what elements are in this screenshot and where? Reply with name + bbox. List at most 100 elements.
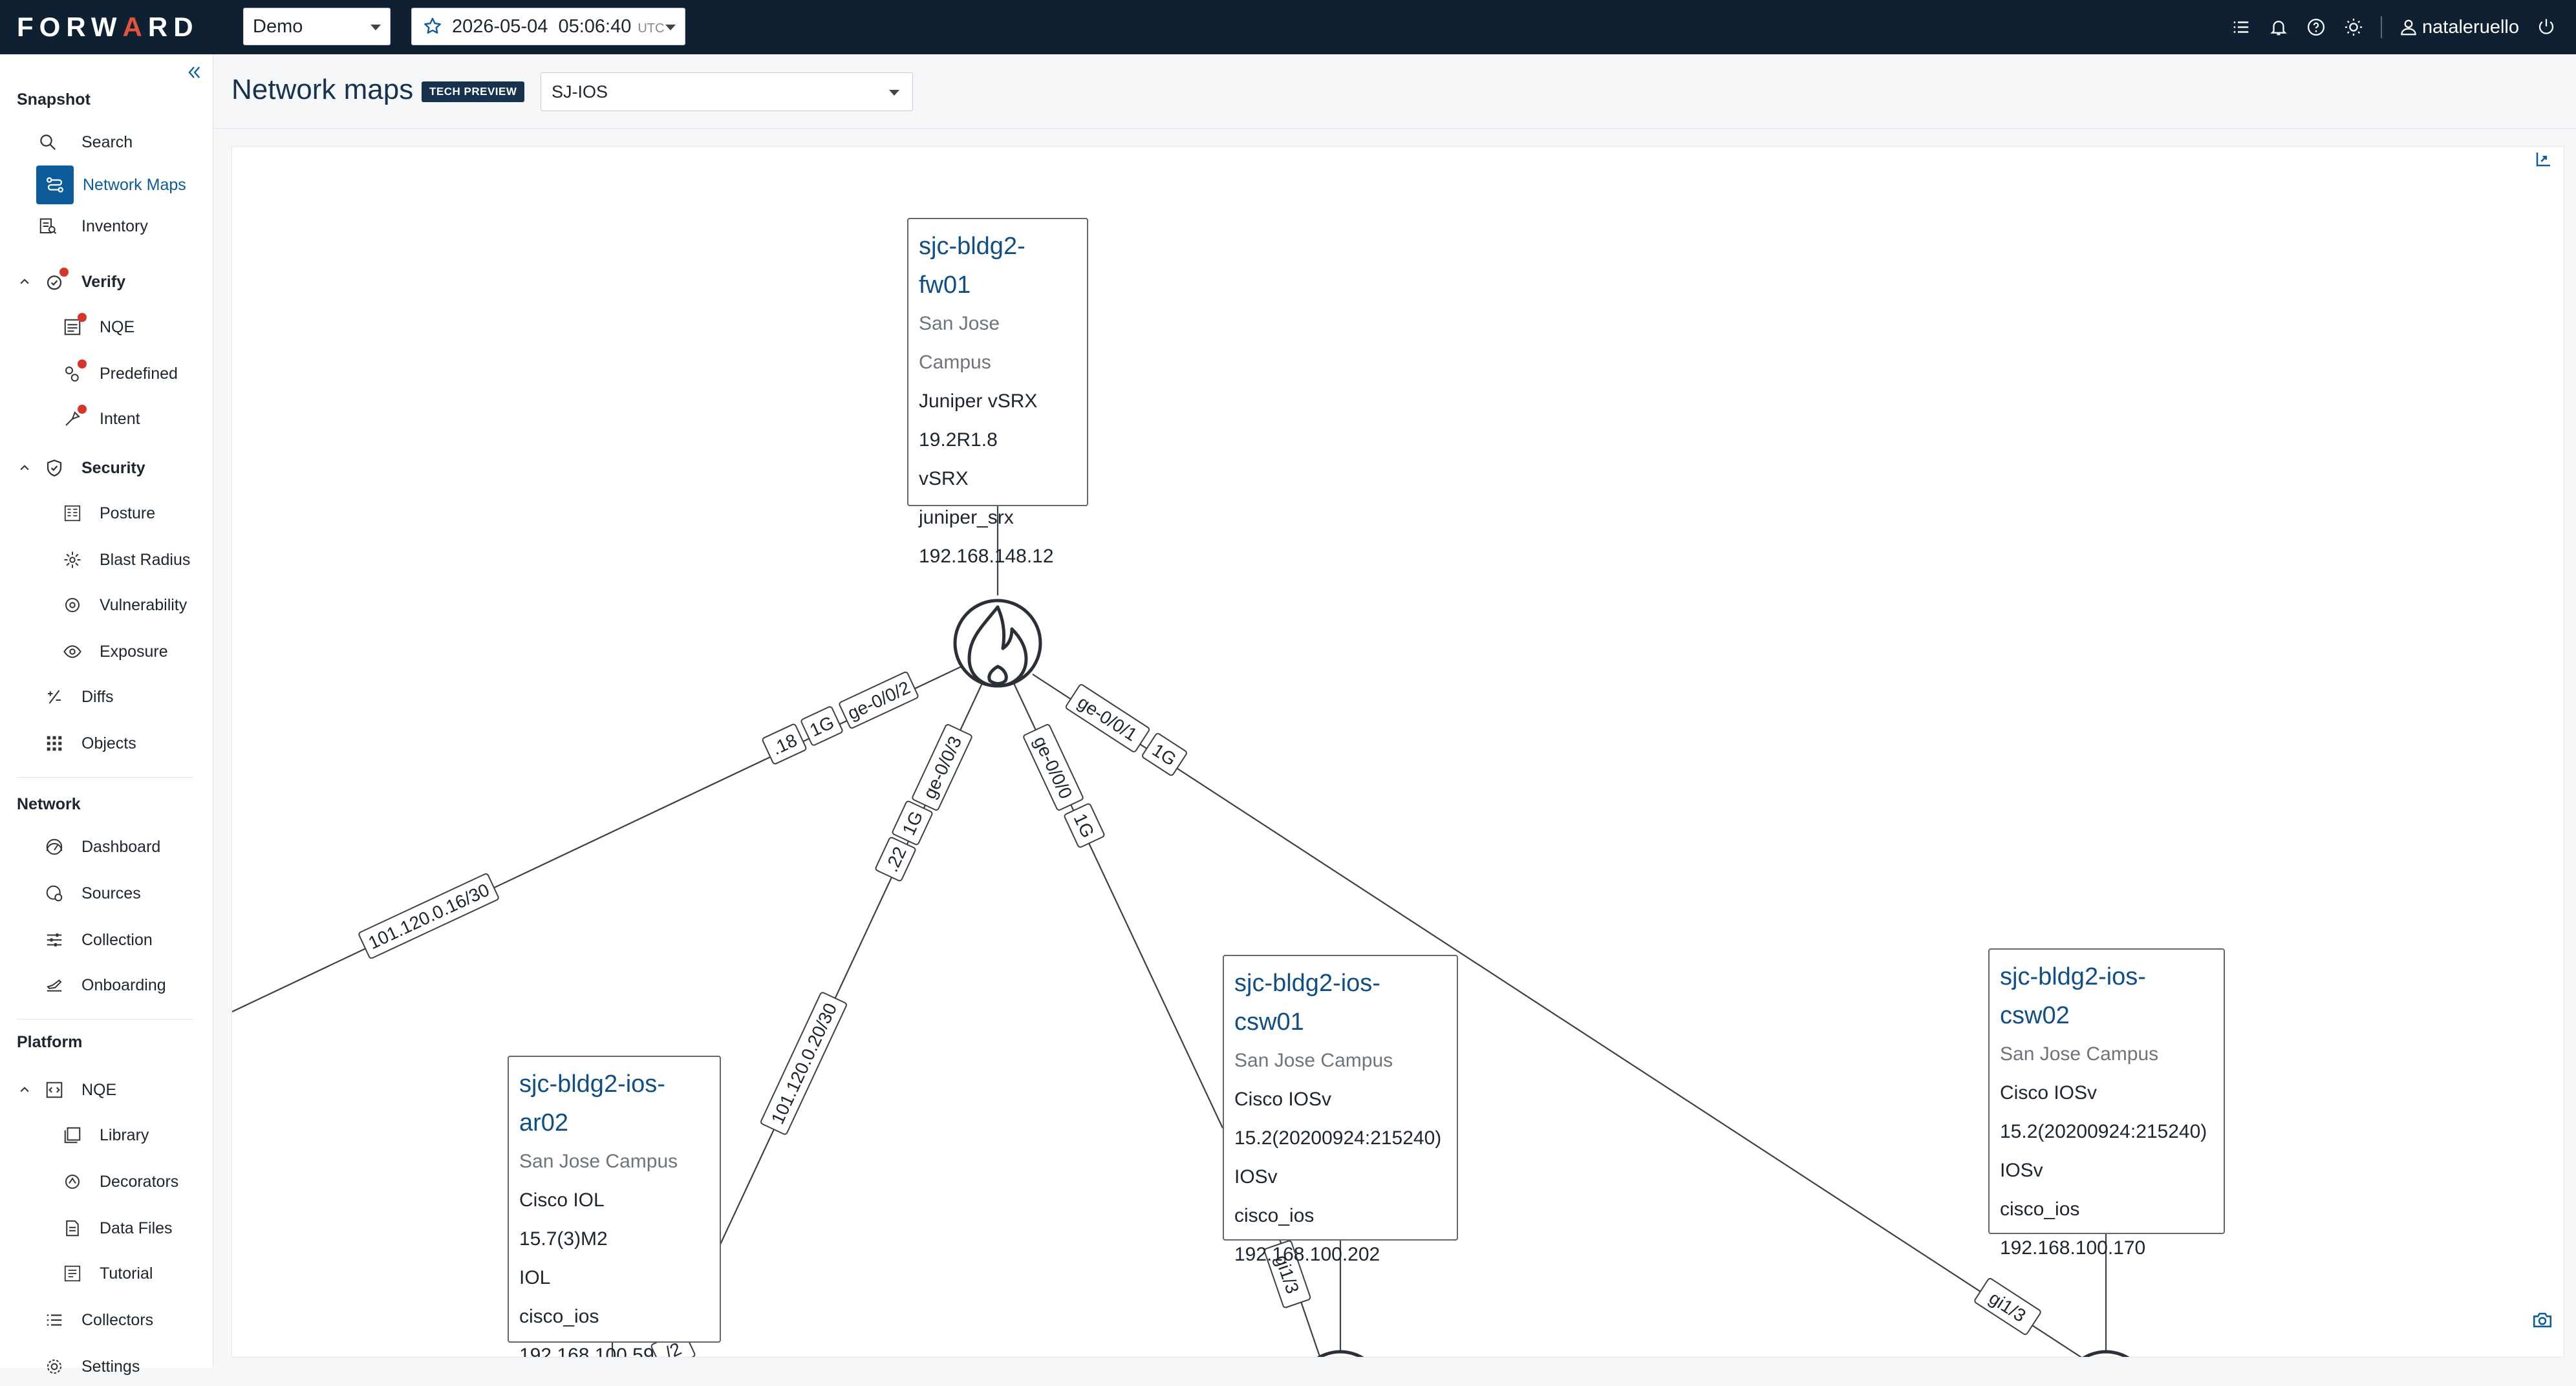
page-title: Network maps [231,74,414,105]
sidebar: Snapshot Search Network Maps Inventory V… [0,54,213,1376]
sidebar-item-settings[interactable]: Settings [43,1347,140,1386]
device-card-fw01[interactable]: sjc-bldg2-fw01 San Jose Campus Juniper v… [907,218,1088,567]
device-hostname[interactable]: sjc-bldg2-fw01 [919,227,1077,304]
sidebar-item-collection[interactable]: Collection [43,921,153,959]
code-icon [43,1078,66,1102]
export-icon[interactable] [2534,149,2553,169]
sidebar-item-dashboard[interactable]: Dashboard [43,827,160,866]
sidebar-item-label: Intent [100,409,140,428]
sidebar-item-blast-radius[interactable]: Blast Radius [61,540,190,579]
logo-text-right: RD [147,12,199,42]
posture-icon [61,502,84,525]
header-divider [213,128,2576,129]
sidebar-item-label: Onboarding [81,976,166,994]
nqe-icon [61,313,87,339]
list-icon [43,1308,66,1332]
sidebar-item-intent[interactable]: Intent [61,400,140,438]
device-vendor: Cisco IOSv [1234,1089,1332,1110]
sidebar-item-nqe[interactable]: NQE [61,308,134,346]
device-card-csw02[interactable]: sjc-bldg2-ios-csw02 San Jose Campus Cisc… [1988,948,2225,1259]
grid-icon [43,732,66,755]
inventory-icon [36,215,59,238]
network-map-canvas[interactable]: ge-0/0/2 1G .18 101.120.0.16/30 ge-0/0/3… [231,146,2564,1358]
sidebar-item-onboarding[interactable]: Onboarding [43,966,166,1005]
tech-preview-badge: TECH PREVIEW [422,81,525,102]
device-model: vSRX [919,468,969,489]
sidebar-item-inventory[interactable]: Inventory [36,207,148,246]
camera-icon[interactable] [2531,1309,2553,1331]
link-label: .22 [875,837,916,882]
device-ip: 192.168.100.170 [2000,1237,2146,1259]
sidebar-item-network-maps[interactable]: Network Maps [36,165,186,204]
site-select[interactable]: SJ-IOS [541,72,913,111]
org-select[interactable]: Demo [243,8,391,45]
forward-logo[interactable]: FORW A RD [17,12,199,42]
chevron-up-icon[interactable] [18,1083,31,1096]
help-icon[interactable] [2306,17,2326,37]
sidebar-item-vulnerability[interactable]: Vulnerability [61,586,187,624]
diffs-icon [43,685,66,709]
sidebar-item-exposure[interactable]: Exposure [61,632,168,671]
snapshot-select[interactable]: 2026-05-04 05:06:40 UTC [411,8,685,45]
alert-badge [59,268,69,277]
device-card-csw01[interactable]: sjc-bldg2-ios-csw01 San Jose Campus Cisc… [1223,955,1458,1265]
theme-icon[interactable] [2343,17,2364,37]
sidebar-item-diffs[interactable]: Diffs [43,677,114,716]
user-menu[interactable]: nataleruello [2399,17,2519,38]
sidebar-item-search[interactable]: Search [36,123,133,162]
user-name: nataleruello [2422,16,2519,37]
site-select-value: SJ-IOS [552,81,608,101]
device-os: cisco_ios [519,1306,599,1327]
link-label: ge-0/0/2 [839,671,919,729]
device-os: cisco_ios [1234,1205,1315,1226]
device-hostname[interactable]: sjc-bldg2-ios-csw01 [1234,964,1446,1041]
list-icon[interactable] [2231,17,2251,37]
switch-node-csw01[interactable] [1298,1350,1383,1358]
sidebar-item-label: Vulnerability [100,595,188,614]
device-hostname[interactable]: sjc-bldg2-ios-csw02 [2000,957,2213,1035]
sidebar-item-collectors[interactable]: Collectors [43,1301,153,1339]
collapse-sidebar-icon[interactable] [185,63,203,81]
sidebar-item-label: Blast Radius [100,550,191,569]
sidebar-item-label: Collection [81,930,153,949]
sidebar-item-security[interactable]: Security [43,449,145,487]
tutorial-icon [61,1262,84,1285]
sidebar-item-library[interactable]: Library [61,1116,149,1155]
sidebar-item-label: NQE [100,317,135,336]
device-card-ar02[interactable]: sjc-bldg2-ios-ar02 San Jose Campus Cisco… [508,1056,721,1357]
sidebar-item-sources[interactable]: Sources [43,874,141,913]
sidebar-item-label: Decorators [100,1172,179,1191]
link-label: ge-0/0/0 [1023,724,1084,811]
device-os: cisco_ios [2000,1199,2080,1220]
logo-mark: A [122,12,148,42]
sidebar-item-verify[interactable]: Verify [43,262,125,301]
bell-icon[interactable] [2268,17,2289,37]
star-icon[interactable] [422,16,443,37]
snapshot-timezone: UTC [638,21,665,36]
device-site: San Jose Campus [919,313,1000,373]
power-icon[interactable] [2536,17,2557,37]
sidebar-item-posture[interactable]: Posture [61,494,155,533]
sidebar-item-data-files[interactable]: Data Files [61,1209,173,1248]
sidebar-item-label: Exposure [100,642,168,661]
chevron-up-icon[interactable] [18,462,31,474]
sidebar-item-decorators[interactable]: Decorators [61,1162,178,1201]
logo-text-left: FORW [17,12,123,42]
sidebar-item-label: Inventory [81,217,148,235]
sidebar-item-predefined[interactable]: Predefined [61,354,178,393]
device-hostname[interactable]: sjc-bldg2-ios-ar02 [519,1065,709,1142]
sidebar-item-objects[interactable]: Objects [43,724,136,763]
file-icon [61,1217,84,1240]
sidebar-item-platform-nqe[interactable]: NQE [43,1071,116,1109]
top-bar: FORW A RD Demo 2026-05-04 05:06:40 UTC n… [0,0,2576,54]
sidebar-item-label: Data Files [100,1219,173,1237]
org-select-value: Demo [253,16,303,37]
device-ip: 192.168.100.59 [519,1345,654,1358]
firewall-node[interactable] [953,599,1042,688]
device-version: 15.7(3)M2 [519,1228,608,1250]
verify-icon [43,268,69,293]
link-label: 101.120.0.20/30 [760,992,847,1135]
sidebar-item-label: Verify [81,272,126,291]
sidebar-item-tutorial[interactable]: Tutorial [61,1254,153,1293]
chevron-up-icon[interactable] [18,275,31,288]
